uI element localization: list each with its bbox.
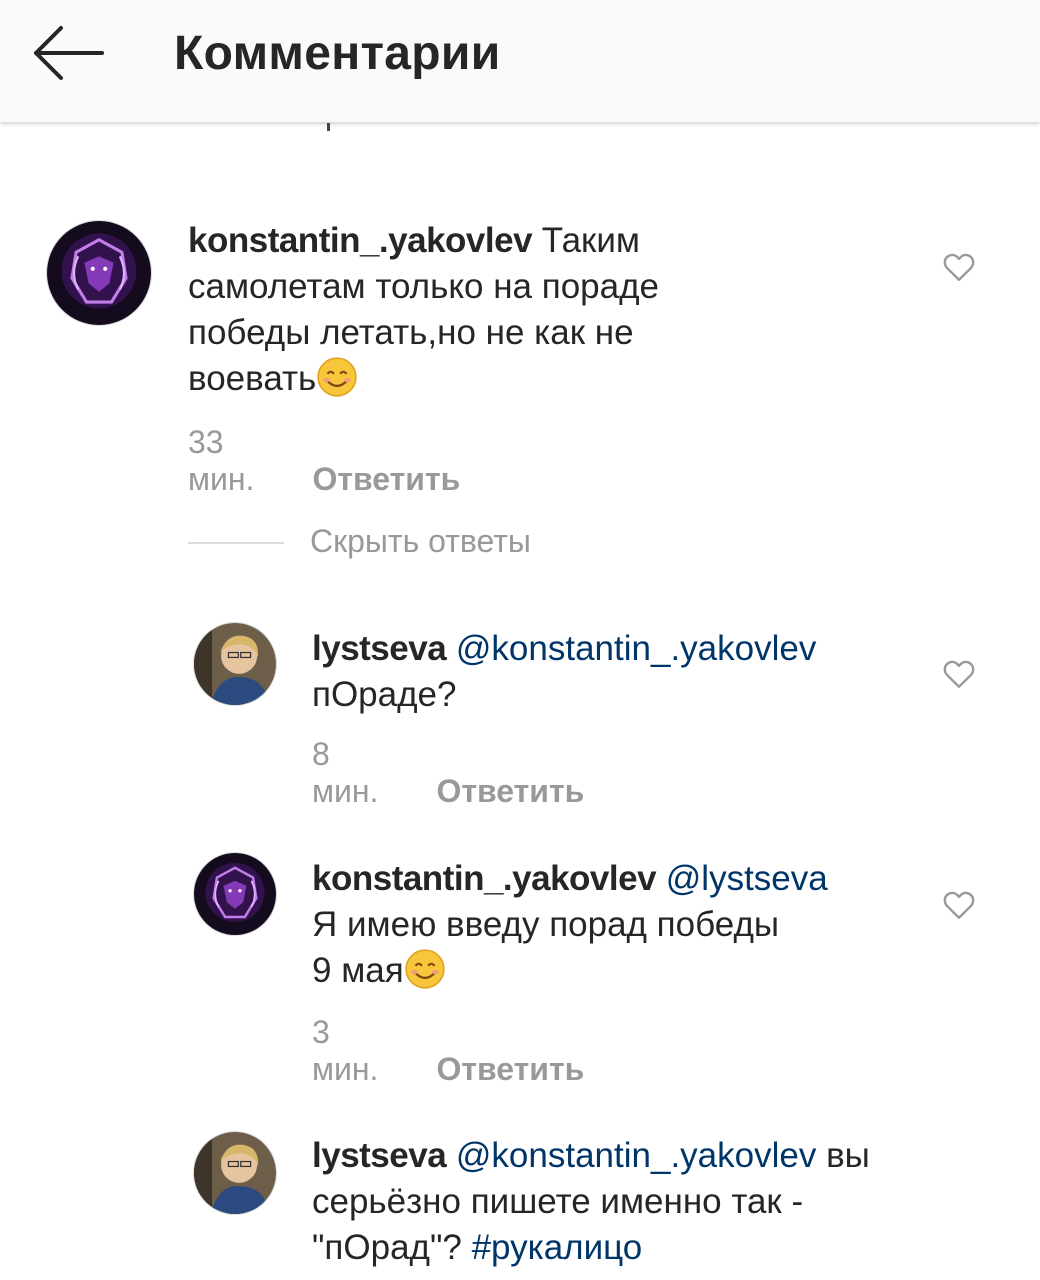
heart-icon <box>943 253 975 281</box>
avatar[interactable] <box>193 622 277 706</box>
comment-text: "пОрад"? <box>312 1228 472 1267</box>
comment-text: воевать <box>188 359 317 398</box>
avatar[interactable] <box>193 852 277 936</box>
comment-time: 8 мин. <box>312 736 379 809</box>
comment-username[interactable]: konstantin_.yakovlev <box>188 221 533 260</box>
comment-text: вы <box>816 1136 870 1175</box>
mention-link[interactable]: @konstantin_.yakovlev <box>456 1136 816 1175</box>
comment-text: победы летать,но не как не <box>188 313 634 352</box>
comment-time: 3 мин. <box>312 1014 379 1087</box>
comment-text: Я имею введу порад победы <box>312 905 780 944</box>
lion-avatar-image <box>47 221 151 325</box>
avatar[interactable] <box>46 220 152 326</box>
comment-time: 33 мин. <box>188 424 255 497</box>
smiling-face-icon <box>316 356 358 398</box>
smiling-face-icon <box>404 948 446 990</box>
hashtag-link[interactable]: #рукалицо <box>472 1228 643 1267</box>
lion-avatar-image <box>194 853 276 935</box>
back-button[interactable] <box>28 22 108 84</box>
comment-username[interactable]: konstantin_.yakovlev <box>312 859 657 898</box>
comment-text: самолетам только на пораде <box>188 267 659 306</box>
comment-text: Таким <box>532 221 640 260</box>
reply-button[interactable]: Ответить <box>312 461 460 497</box>
comment-text: пОраде? <box>312 675 457 714</box>
page-title: Комментарии <box>174 27 501 80</box>
heart-icon <box>943 891 975 919</box>
like-button[interactable] <box>941 249 977 285</box>
mention-link[interactable]: @lystseva <box>666 859 828 898</box>
comment-username[interactable]: lystseva <box>312 629 447 668</box>
like-button[interactable] <box>941 656 977 692</box>
avatar[interactable] <box>193 1131 277 1215</box>
comment-text: серьёзно пишете именно так - <box>312 1182 804 1221</box>
comment-text: 9 мая <box>312 951 404 990</box>
divider <box>188 542 284 544</box>
like-button[interactable] <box>941 887 977 923</box>
comment-username[interactable]: lystseva <box>312 1136 447 1175</box>
woman-avatar-image <box>194 623 276 705</box>
reply-button[interactable]: Ответить <box>436 773 584 809</box>
heart-icon <box>943 660 975 688</box>
clipped-text-fragment <box>327 123 330 131</box>
hide-replies-label: Скрыть ответы <box>310 523 531 559</box>
woman-avatar-image <box>194 1132 276 1214</box>
mention-link[interactable]: @konstantin_.yakovlev <box>456 629 816 668</box>
arrow-left-icon <box>34 26 104 80</box>
reply-button[interactable]: Ответить <box>436 1051 584 1087</box>
top-app-bar: Комментарии <box>0 0 1040 122</box>
